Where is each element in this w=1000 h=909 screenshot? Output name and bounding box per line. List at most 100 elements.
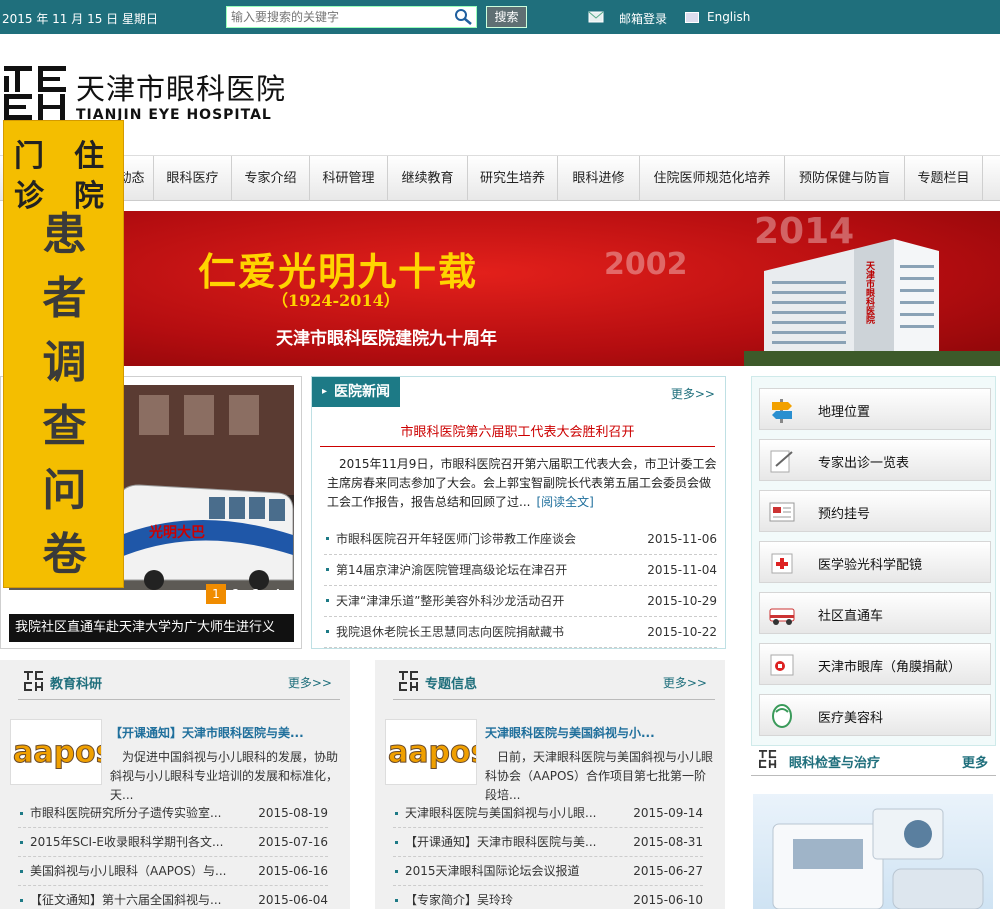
list-item[interactable]: 市眼科医院召开年轻医师门诊带教工作座谈会 2015-11-06 <box>324 524 717 555</box>
document-pen-icon <box>770 450 793 473</box>
bus-text: 光明大巴 <box>148 524 205 541</box>
nav-item-topics[interactable]: 专题栏目 <box>905 156 983 201</box>
news-headline[interactable]: 市眼科医院第六届职工代表大会胜利召开 <box>320 421 715 447</box>
list-item[interactable]: 第14届京津沪渝医院管理高级论坛在津召开 2015-11-04 <box>324 555 717 586</box>
building-sign: 天津市眼科医院 <box>864 261 875 325</box>
education-feature-title[interactable]: 【开课通知】天津市眼科医院与美... <box>110 724 342 741</box>
exam-equipment-photo[interactable] <box>753 794 993 909</box>
quick-link-optometry[interactable]: 医学验光科学配镜 <box>759 541 991 583</box>
aapos-logo[interactable]: aapos <box>385 719 489 785</box>
list-item[interactable]: 我院退休老院长王思慧同志向医院捐献藏书 2015-10-22 <box>324 617 717 648</box>
topic-info-panel: 专题信息 更多>> aapos 天津眼科医院与美国斜视与小... 日前，天津眼科… <box>375 660 725 909</box>
anniversary-banner[interactable]: 2002 2014 仁爱光明九十载 （1924-2014） 天津市眼科医院建院九… <box>124 211 1000 366</box>
triangle-right-icon: ▸ <box>322 386 328 397</box>
medical-kit-icon <box>771 553 793 574</box>
top-bar: 2015 年 11 月 15 日 星期日 搜索 邮箱登录 English <box>0 0 1000 34</box>
education-more-link[interactable]: 更多>> <box>288 674 332 691</box>
registration-card-icon <box>769 502 795 522</box>
nav-item-prevention[interactable]: 预防保健与防盲 <box>785 156 905 201</box>
topic-feature-title[interactable]: 天津眼科医院与美国斜视与小... <box>485 724 717 741</box>
hospital-logo[interactable]: 天津市眼科医院 TIANJIN EYE HOSPITAL <box>4 64 294 124</box>
exam-treatment-panel: 眼科检查与治疗 更多 <box>751 744 996 909</box>
carousel-page-1[interactable]: 1 <box>206 584 226 604</box>
banner-year-2002: 2002 <box>604 247 688 282</box>
news-list: 市眼科医院召开年轻医师门诊带教工作座谈会 2015-11-06 第14届京津沪渝医… <box>324 524 717 648</box>
list-item[interactable]: 【开课通知】天津市眼科医院与美... 2015-08-31 <box>393 828 703 857</box>
education-research-header: 教育科研 更多>> <box>18 668 340 700</box>
nav-item-training[interactable]: 眼科进修 <box>558 156 640 201</box>
quick-link-eye-bank[interactable]: 天津市眼库（角膜捐献） <box>759 643 991 685</box>
quick-link-community-bus[interactable]: 社区直通车 <box>759 592 991 634</box>
bullet-icon <box>326 599 329 602</box>
ambulance-icon <box>769 608 795 625</box>
search-input[interactable] <box>226 6 477 28</box>
patient-survey-badge[interactable]: 门 诊 住 院 患 者 调 查 问 卷 <box>3 120 124 588</box>
nav-item-education[interactable]: 继续教育 <box>388 156 468 201</box>
bullet-icon <box>20 812 23 815</box>
list-item[interactable]: 美国斜视与小儿眼科（AAPOS）与... 2015-06-16 <box>18 857 328 886</box>
bullet-icon <box>20 841 23 844</box>
hospital-news-tab-label: 医院新闻 <box>334 384 390 400</box>
list-item[interactable]: 天津“津津乐道”整形美容外科沙龙活动召开 2015-10-29 <box>324 586 717 617</box>
quick-link-location[interactable]: 地理位置 <box>759 388 991 430</box>
list-item[interactable]: 【专家简介】吴玲玲 2015-06-10 <box>393 886 703 909</box>
hospital-building-image: 天津市眼科医院 <box>744 239 1000 366</box>
current-date: 2015 年 11 月 15 日 星期日 <box>2 12 158 26</box>
aapos-logo-text: aapos <box>388 735 476 770</box>
quick-link-cosmetic[interactable]: 医疗美容科 <box>759 694 991 736</box>
nav-item-research[interactable]: 科研管理 <box>310 156 388 201</box>
nav-item-graduate[interactable]: 研究生培养 <box>468 156 558 201</box>
logo-mini-icon <box>399 671 418 691</box>
education-research-panel: 教育科研 更多>> aapos 【开课通知】天津市眼科医院与美... 为促进中国… <box>0 660 350 909</box>
exam-treatment-title: 眼科检查与治疗 <box>789 756 881 771</box>
bullet-icon <box>395 899 398 902</box>
carousel-page-3[interactable]: 3 <box>246 584 266 604</box>
quick-link-schedule[interactable]: 专家出诊一览表 <box>759 439 991 481</box>
hospital-news-panel: ▸ 医院新闻 更多>> 市眼科医院第六届职工代表大会胜利召开 2015年11月9… <box>311 376 726 649</box>
nav-item-eye-care[interactable]: 眼科医疗 <box>154 156 232 201</box>
nav-item-residency[interactable]: 住院医师规范化培养 <box>640 156 785 201</box>
banner-subtitle: （1924-2014） <box>272 291 400 310</box>
topic-info-title: 专题信息 <box>425 677 478 692</box>
carousel-page-2[interactable]: 2 <box>226 584 246 604</box>
english-link[interactable]: English <box>707 10 750 24</box>
list-item[interactable]: 2015年SCI-E收录眼科学期刊各文... 2015-07-16 <box>18 828 328 857</box>
news-more-link[interactable]: 更多>> <box>671 385 715 402</box>
bullet-icon <box>326 630 329 633</box>
topic-feature-text: 日前，天津眼科医院与美国斜视与小儿眼科协会（AAPOS）合作项目第七批第一阶段培… <box>485 750 714 802</box>
bullet-icon <box>20 870 23 873</box>
exam-treatment-header: 眼科检查与治疗 更多 <box>751 744 996 776</box>
quick-link-appointment[interactable]: 预约挂号 <box>759 490 991 532</box>
hospital-logo-mark-icon <box>4 66 66 120</box>
bullet-icon <box>395 870 398 873</box>
topic-more-link[interactable]: 更多>> <box>663 674 707 691</box>
hospital-news-tab[interactable]: ▸ 医院新闻 <box>312 377 400 407</box>
carousel-caption[interactable]: 我院社区直通车赴天津大学为广大师生进行义 <box>9 614 294 642</box>
news-summary-text: 2015年11月9日，市眼科医院召开第六届职工代表大会，市卫计委工会主席房春来同… <box>327 457 717 509</box>
list-item[interactable]: 2015天津眼科国际论坛会议报道 2015-06-27 <box>393 857 703 886</box>
aapos-logo[interactable]: aapos <box>10 719 114 785</box>
list-item[interactable]: 【征文通知】第十六届全国斜视与... 2015-06-04 <box>18 886 328 909</box>
quick-links-panel: 地理位置 专家出诊一览表 预约挂号 医学验光科学配镜 社区直通车 天津市眼库（角… <box>751 376 996 746</box>
carousel-page-4[interactable]: 4 <box>267 584 287 604</box>
hospital-name-cn: 天津市眼科医院 <box>76 72 287 106</box>
mail-icon <box>588 11 604 23</box>
aapos-logo-image: aapos <box>388 735 489 771</box>
read-full-link[interactable]: [阅读全文] <box>536 495 593 509</box>
search-button[interactable]: 搜索 <box>486 6 527 28</box>
education-feature-text: 为促进中国斜视与小儿眼科的发展，协助斜视与小儿眼科专业培训的发展和标准化，天..… <box>110 750 339 802</box>
signpost-icon <box>772 399 792 423</box>
mail-login-link[interactable]: 邮箱登录 <box>619 10 667 27</box>
education-list: 市眼科医院研究所分子遗传实验室... 2015-08-19 2015年SCI-E收… <box>18 799 328 909</box>
bullet-icon <box>395 812 398 815</box>
list-item[interactable]: 市眼科医院研究所分子遗传实验室... 2015-08-19 <box>18 799 328 828</box>
list-item[interactable]: 天津眼科医院与美国斜视与小儿眼... 2015-09-14 <box>393 799 703 828</box>
face-icon <box>772 704 792 728</box>
english-flag-icon <box>685 12 699 23</box>
topic-list: 天津眼科医院与美国斜视与小儿眼... 2015-09-14 【开课通知】天津市眼科… <box>393 799 703 909</box>
exam-more-link[interactable]: 更多 <box>962 752 988 771</box>
first-aid-icon <box>770 654 794 676</box>
logo-mini-icon <box>759 750 777 768</box>
search-icon[interactable] <box>453 8 473 26</box>
nav-item-experts[interactable]: 专家介绍 <box>232 156 310 201</box>
